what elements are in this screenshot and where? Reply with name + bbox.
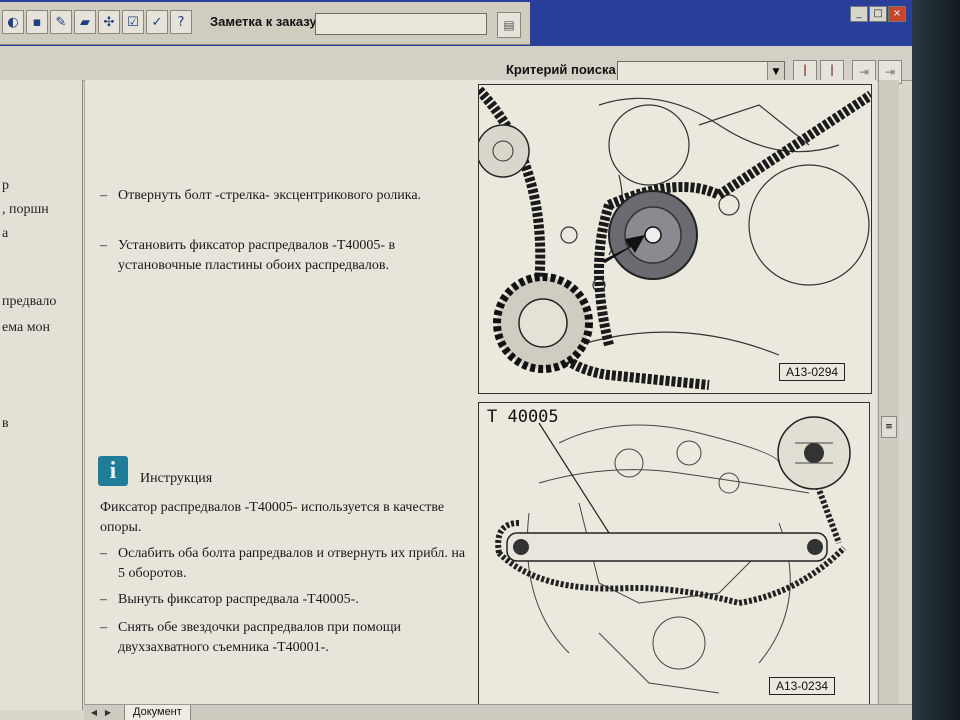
step-text: Ослабить оба болта рапредвалов и отверну…	[118, 546, 466, 581]
step-item: – Установить фиксатор распредвалов -T400…	[100, 238, 396, 273]
edit-icon[interactable]: ✎	[50, 10, 72, 34]
checklist-icon[interactable]: ☑	[122, 10, 144, 34]
scrollbar-thumb[interactable]: ≡	[881, 416, 897, 438]
approve-icon[interactable]: ✓	[146, 10, 168, 34]
search-criteria-label: Критерий поиска:	[506, 62, 621, 77]
doc-icon[interactable]: ◐	[2, 10, 24, 34]
tab-prev-icon[interactable]: ◀	[88, 707, 100, 719]
maximize-icon[interactable]: □	[869, 6, 887, 22]
minimize-icon[interactable]: _	[850, 6, 868, 22]
left-pane-fragment: в	[2, 416, 9, 431]
step-text: Отвернуть болт -стрелка- эксцентрикового…	[118, 188, 422, 203]
network-icon[interactable]: ✣	[98, 10, 120, 34]
order-note-button[interactable]: ▤	[497, 12, 521, 38]
close-icon[interactable]: ×	[888, 6, 906, 22]
figure-code-label: A13-0294	[779, 363, 846, 381]
order-note-input[interactable]	[315, 13, 487, 35]
monitor-bezel	[912, 0, 960, 720]
figure-camshaft-lock: T 40005 A13-0234	[478, 402, 870, 706]
step-item: – Ослабить оба болта рапредвалов и отвер…	[100, 546, 466, 581]
step-item: – Снять обе звездочки распредвалов при п…	[100, 620, 402, 655]
info-text: Фиксатор распредвалов -T40005- используе…	[100, 500, 445, 535]
step-text: Установить фиксатор распредвалов -T40005…	[118, 238, 396, 273]
car-icon[interactable]: ▰	[74, 10, 96, 34]
application-window: ◐ ▪ ✎ ▰ ✣ ☑ ✓ ? Заметка к заказу: ▤ _ □ …	[0, 0, 912, 720]
figure-code-label: A13-0234	[769, 677, 836, 695]
figure-belt-tensioner: A13-0294	[475, 84, 874, 394]
step-text: Вынуть фиксатор распредвала -T40005-.	[118, 592, 359, 607]
step-text: Снять обе звездочки распредвалов при пом…	[118, 620, 402, 655]
chevron-down-icon[interactable]: ▼	[767, 62, 784, 82]
step-item: – Отвернуть болт -стрелка- эксцентриково…	[100, 188, 422, 203]
left-navigation-pane: р , поршн а предвало ема мон в	[0, 80, 83, 710]
tab-document[interactable]: Документ	[124, 705, 191, 720]
info-label: Инструкция	[140, 471, 213, 486]
left-pane-fragment: ема мон	[2, 320, 51, 335]
info-icon: i	[98, 456, 128, 486]
document-text-column: – Отвернуть болт -стрелка- эксцентриково…	[86, 80, 474, 708]
left-pane-fragment: предвало	[2, 294, 57, 309]
help-icon[interactable]: ?	[170, 10, 192, 34]
step-item: – Вынуть фиксатор распредвала -T40005-.	[100, 592, 359, 607]
search-toolbar: Критерий поиска: ▼ ꟾ ꟾ ⇥ ⇥	[0, 46, 912, 84]
tab-next-icon[interactable]: ▶	[102, 707, 114, 719]
save-icon[interactable]: ▪	[26, 10, 48, 34]
left-pane-fragment: р	[2, 178, 9, 193]
order-note-label: Заметка к заказу:	[210, 14, 321, 29]
document-tab-bar: ◀ ▶ Документ	[84, 704, 912, 720]
figure-belt-tensioner-drawing	[475, 86, 874, 390]
vertical-scrollbar[interactable]: ≡	[878, 80, 899, 708]
tool-code-label: T 40005	[487, 407, 559, 427]
left-pane-fragment: а	[2, 226, 9, 241]
left-pane-fragment: , поршн	[2, 202, 49, 217]
figure-camshaft-lock-drawing	[495, 416, 851, 694]
main-toolbar: ◐ ▪ ✎ ▰ ✣ ☑ ✓ ? Заметка к заказу: ▤ _ □ …	[0, 0, 912, 46]
